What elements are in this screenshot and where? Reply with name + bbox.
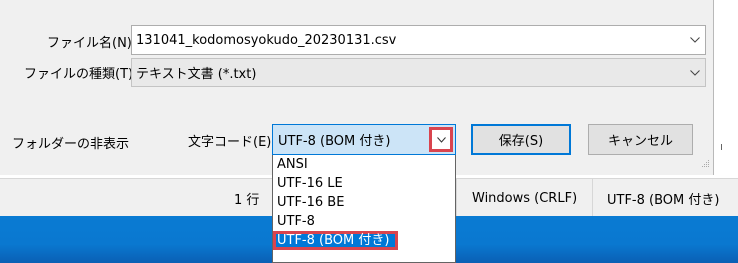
status-position: 1 行: [234, 192, 260, 208]
status-divider: [592, 179, 593, 217]
filetype-label: ファイルの種類(T):: [24, 67, 138, 82]
filetype-select[interactable]: テキスト文書 (*.txt): [131, 58, 706, 87]
chevron-down-icon[interactable]: [685, 26, 705, 54]
cancel-button[interactable]: キャンセル: [588, 124, 693, 155]
encoding-option-utf16le[interactable]: UTF-16 LE: [273, 174, 455, 193]
save-button[interactable]: 保存(S): [471, 124, 571, 155]
background-window-edge: [714, 0, 738, 178]
status-line-ending: Windows (CRLF): [472, 190, 578, 206]
encoding-select[interactable]: UTF-8 (BOM 付き): [272, 124, 456, 155]
hide-folders-toggle[interactable]: フォルダーの非表示: [12, 133, 129, 152]
encoding-option-utf8-bom[interactable]: UTF-8 (BOM 付き): [273, 231, 398, 250]
chevron-down-icon[interactable]: [685, 59, 705, 86]
resize-grip-icon[interactable]: [702, 160, 710, 168]
divider: [721, 144, 722, 150]
encoding-option-ansi[interactable]: ANSI: [273, 155, 455, 174]
encoding-label: 文字コード(E):: [188, 135, 276, 150]
chevron-down-icon[interactable]: [429, 127, 453, 152]
encoding-value[interactable]: UTF-8 (BOM 付き): [273, 130, 455, 149]
filename-input[interactable]: 131041_kodomosyokudo_20230131.csv: [131, 25, 706, 55]
encoding-option-utf16be[interactable]: UTF-16 BE: [273, 193, 455, 212]
status-encoding: UTF-8 (BOM 付き): [607, 192, 720, 208]
filetype-value[interactable]: テキスト文書 (*.txt): [136, 63, 685, 82]
encoding-dropdown-list: ANSI UTF-16 LE UTF-16 BE UTF-8 UTF-8 (BO…: [272, 155, 456, 263]
save-dialog: ファイル名(N): 131041_kodomosyokudo_20230131.…: [0, 0, 714, 175]
filename-label: ファイル名(N):: [47, 36, 137, 51]
status-divider: [456, 179, 457, 217]
encoding-option-utf8[interactable]: UTF-8: [273, 212, 455, 231]
filename-value[interactable]: 131041_kodomosyokudo_20230131.csv: [136, 33, 685, 48]
